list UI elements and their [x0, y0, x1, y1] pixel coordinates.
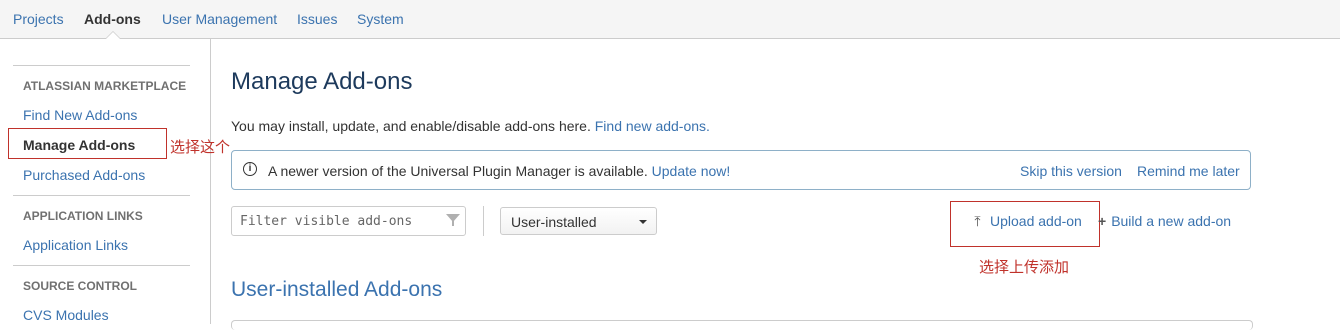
annotation-box-manage — [8, 128, 167, 159]
sidebar-divider — [13, 65, 190, 66]
upload-add-on-label: Upload add-on — [990, 213, 1082, 229]
annotation-note-manage: 选择这个 — [170, 139, 231, 156]
build-new-add-on-button[interactable]: + Build a new add-on — [1098, 213, 1231, 229]
sidebar-item-find-new-add-ons[interactable]: Find New Add-ons — [23, 107, 137, 123]
user-installed-section-title: User-installed Add-ons — [231, 278, 443, 301]
annotation-note-upload: 选择上传添加 — [979, 259, 1070, 276]
notice-message-row: A newer version of the Universal Plugin … — [268, 163, 730, 179]
tab-issues[interactable]: Issues — [297, 11, 337, 27]
filter-add-ons-input[interactable] — [231, 206, 466, 236]
skip-this-version-link[interactable]: Skip this version — [1020, 163, 1122, 179]
chevron-down-icon — [639, 220, 647, 224]
sidebar-heading-application-links: APPLICATION LINKS — [23, 209, 143, 223]
page-title: Manage Add-ons — [231, 68, 413, 95]
sidebar-divider — [13, 195, 190, 196]
sidebar-heading-marketplace: ATLASSIAN MARKETPLACE — [23, 79, 187, 93]
find-new-add-ons-link[interactable]: Find new add-ons. — [595, 118, 710, 134]
toolbar-separator — [483, 206, 484, 236]
add-on-filter-select[interactable]: User-installed — [500, 207, 657, 235]
tab-user-management[interactable]: User Management — [162, 11, 277, 27]
intro-text-row: You may install, update, and enable/disa… — [231, 118, 710, 134]
build-new-add-on-label: Build a new add-on — [1111, 213, 1232, 229]
active-tab-indicator — [106, 32, 120, 39]
filter-icon-stem — [452, 221, 454, 226]
upm-update-notice: i A newer version of the Universal Plugi… — [231, 150, 1251, 190]
sidebar: ATLASSIAN MARKETPLACE Find New Add-ons M… — [0, 39, 211, 324]
upload-add-on-button[interactable]: ⤒ Upload add-on — [972, 213, 1082, 230]
sidebar-divider — [13, 265, 190, 266]
sidebar-item-cvs-modules[interactable]: CVS Modules — [23, 307, 109, 323]
add-on-filter-selected: User-installed — [511, 214, 597, 230]
remind-me-later-link[interactable]: Remind me later — [1137, 163, 1240, 179]
intro-text: You may install, update, and enable/disa… — [231, 118, 591, 134]
top-nav: Projects Add-ons User Management Issues … — [0, 0, 1340, 39]
add-on-list-container — [231, 320, 1253, 330]
notice-message: A newer version of the Universal Plugin … — [268, 163, 648, 179]
sidebar-heading-source-control: SOURCE CONTROL — [23, 279, 137, 293]
tab-system[interactable]: System — [357, 11, 404, 27]
update-now-link[interactable]: Update now! — [652, 163, 731, 179]
info-icon: i — [243, 162, 257, 176]
tab-projects[interactable]: Projects — [13, 11, 64, 27]
plus-icon: + — [1098, 213, 1107, 229]
sidebar-item-application-links[interactable]: Application Links — [23, 237, 128, 253]
upload-icon: ⤒ — [974, 213, 981, 229]
sidebar-item-purchased-add-ons[interactable]: Purchased Add-ons — [23, 167, 145, 183]
tab-add-ons[interactable]: Add-ons — [84, 11, 141, 27]
